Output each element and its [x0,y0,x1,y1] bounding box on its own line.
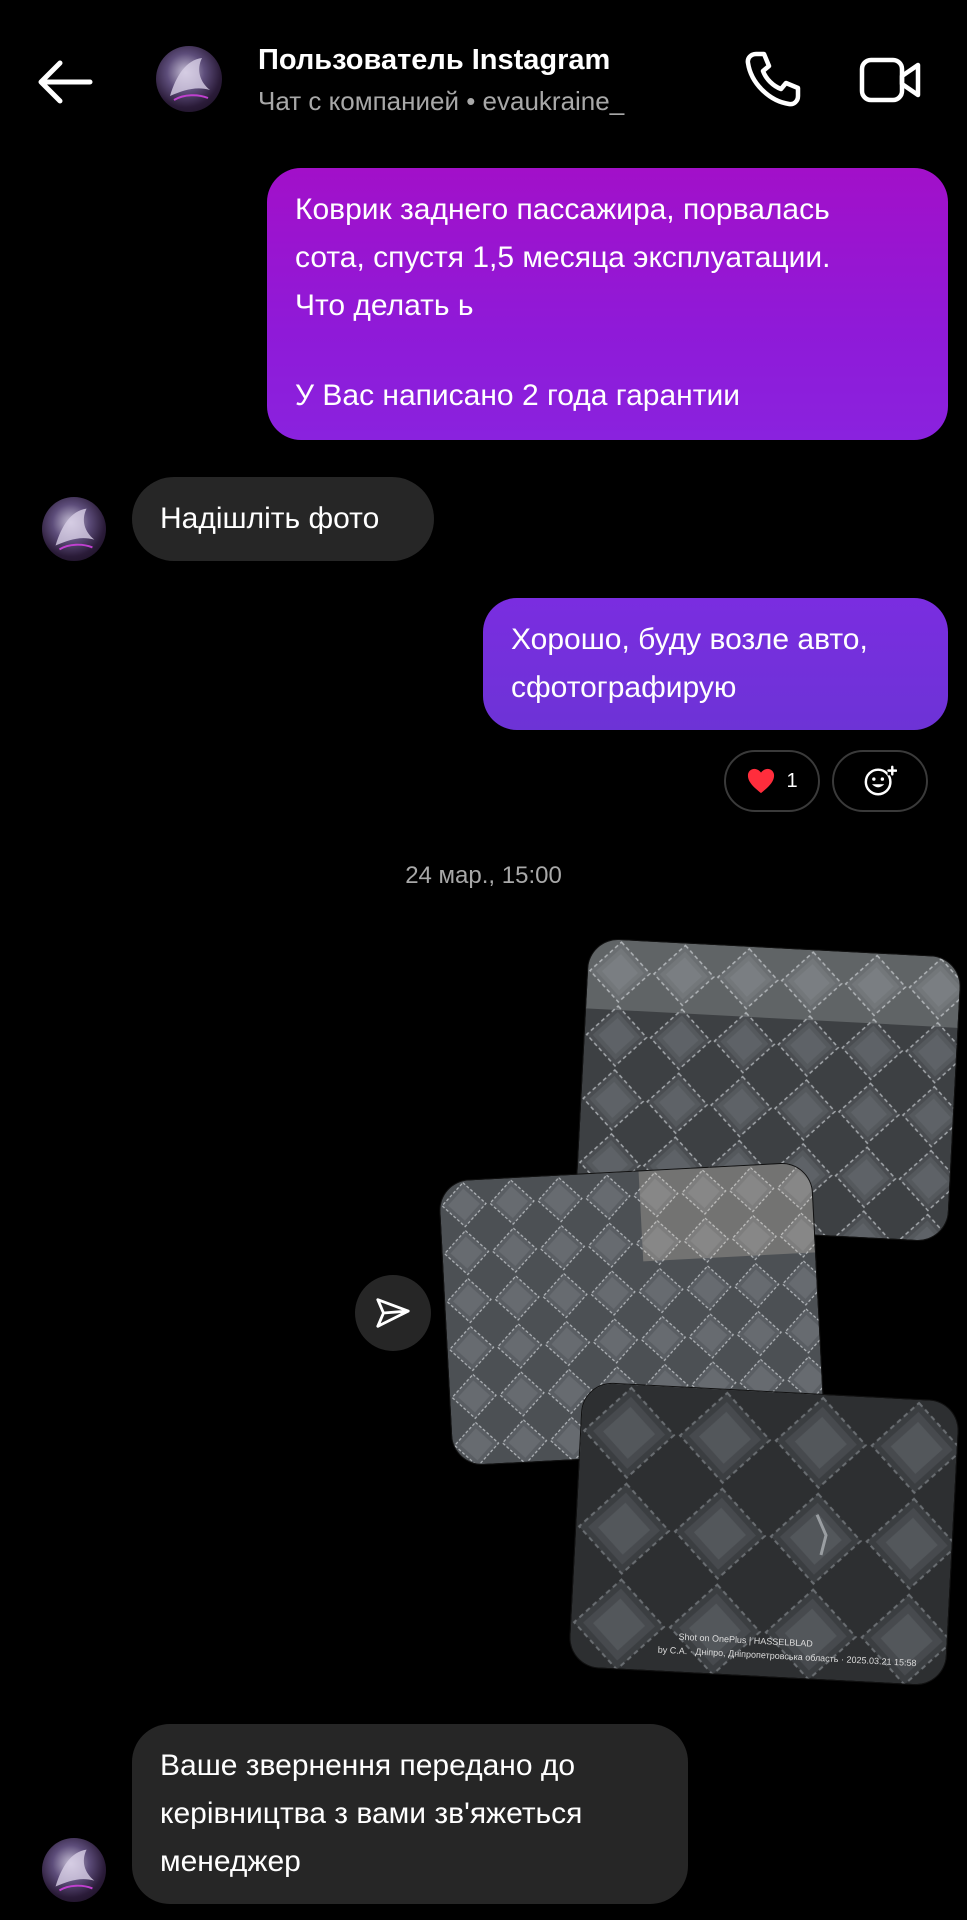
arrow-left-icon [38,60,93,104]
date-separator: 24 мар., 15:00 [405,862,562,889]
audio-call-button[interactable] [742,48,804,110]
message-text: керівництва з вами зв'яжеться [160,1797,583,1830]
video-call-button[interactable] [858,50,922,110]
add-reaction-icon [864,765,897,796]
message-text: Что делать ь [295,289,474,322]
message-text: Ваше звернення передано до [160,1749,576,1782]
photo-attachment[interactable]: Shot on OnePlus | HASSELBLAD by C.A. · Д… [568,1382,960,1686]
message-bubble-outgoing[interactable]: Коврик заднего пассажира, порвалась сота… [267,168,948,440]
paper-plane-icon [376,1298,410,1328]
message-text: менеджер [160,1845,301,1878]
share-button[interactable] [355,1275,431,1351]
message-text: Надішліть фото [160,502,380,535]
chat-subtitle: Чат с компанией • evaukraine_ [258,86,625,116]
reaction-count: 1 [786,769,798,792]
profile-avatar[interactable] [156,46,222,112]
message-text: сота, спустя 1,5 месяца эксплуатации. [295,241,831,274]
message-text: сфотографирую [511,671,737,704]
message-bubble-incoming[interactable]: Надішліть фото [132,477,434,561]
message-bubble-incoming[interactable]: Ваше звернення передано до керівництва з… [132,1724,688,1904]
message-text: У Вас написано 2 года гарантии [295,379,740,412]
heart-icon [748,768,775,794]
chat-title[interactable]: Пользователь Instagram [258,44,610,77]
chat-header: Пользователь Instagram Чат с компанией •… [0,0,967,170]
video-camera-icon [859,57,921,103]
message-text: Хорошо, буду возле авто, [511,623,868,656]
back-button[interactable] [36,58,94,106]
sender-avatar[interactable] [42,497,106,561]
sender-avatar[interactable] [42,1838,106,1902]
message-bubble-outgoing[interactable]: Хорошо, буду возле авто, сфотографирую [483,598,948,730]
phone-icon [745,51,801,107]
message-text: Коврик заднего пассажира, порвалась [295,193,830,226]
add-reaction-button[interactable] [832,750,928,812]
reaction-pill[interactable]: 1 [724,750,820,812]
